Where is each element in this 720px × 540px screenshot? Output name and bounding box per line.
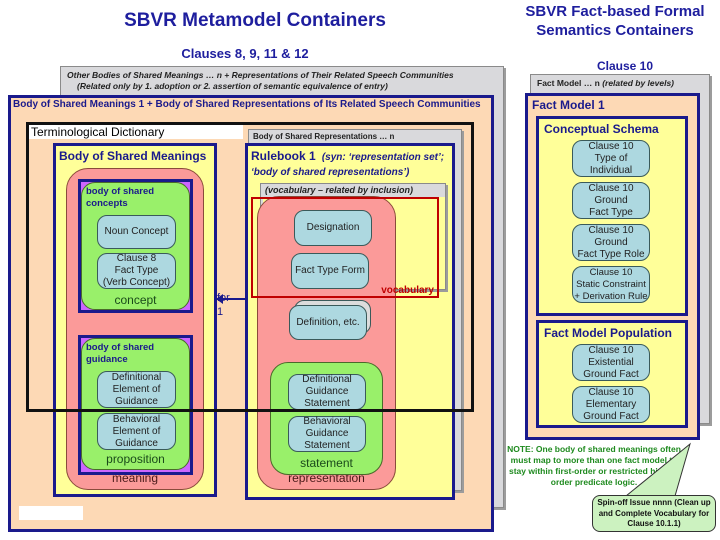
behavioral-statement-line: Behavioral: [303, 416, 351, 427]
schema-item-line: Clause 10: [588, 224, 634, 236]
definition-box: Definition, etc.: [289, 305, 367, 340]
population-item-elementary: Clause 10 Elementary Ground Fact: [572, 386, 650, 423]
schema-item-line: Fact Type Role: [577, 248, 645, 260]
fact-type-box: Clause 8 Fact Type (Verb Concept): [97, 253, 176, 289]
schema-item-ground-fact-type-role: Clause 10 Ground Fact Type Role: [572, 224, 650, 261]
vocabulary-label: vocabulary: [381, 285, 434, 296]
population-item-line: Existential: [588, 356, 634, 368]
schema-item-line: Type of: [594, 152, 628, 164]
behavioral-element-box: Behavioral Element of Guidance: [97, 413, 176, 450]
right-subtitle: Clause 10: [596, 59, 654, 73]
vocabulary-inclusion-label: (vocabulary – related by inclusion): [265, 185, 414, 195]
noun-concept-box: Noun Concept: [97, 215, 176, 249]
schema-item-line: Fact Type: [589, 206, 633, 218]
white-patch: [19, 506, 83, 520]
body-of-shared-guidance-region: body of shared guidance Definitional Ele…: [81, 338, 190, 470]
fact-model-1-label: Fact Model 1: [532, 98, 605, 112]
schema-item-line: Clause 10: [588, 182, 634, 194]
body-of-shared-concepts-label: body of shared concepts: [86, 186, 155, 209]
other-bodies-line2: (Related only by 1. adoption or 2. asser…: [77, 81, 388, 91]
definitional-element-line: Definitional: [111, 371, 162, 383]
statement-label: statement: [300, 456, 353, 470]
population-item-existential: Clause 10 Existential Ground Fact: [572, 344, 650, 381]
for-count: 1: [217, 306, 224, 318]
population-item-line: Elementary: [585, 398, 637, 410]
body-of-shared-guidance-label: body of shared guidance: [86, 342, 155, 365]
body-of-shared-concepts-region: body of shared concepts Noun Concept Cla…: [81, 182, 190, 310]
schema-item-line: Ground: [594, 194, 628, 206]
population-item-line: Ground Fact: [583, 410, 639, 422]
vocabulary-frame: vocabulary: [251, 197, 439, 298]
behavioral-element-line: Guidance: [115, 437, 158, 449]
definitional-element-line: Element of: [112, 383, 161, 395]
behavioral-element-line: Behavioral: [112, 413, 161, 425]
population-item-line: Clause 10: [588, 386, 634, 398]
main-subtitle: Clauses 8, 9, 11 & 12: [181, 46, 309, 61]
fact-model-n-note: (related by levels): [602, 78, 674, 88]
schema-item-line: Ground: [594, 236, 628, 248]
schema-item-line: Clause 10: [589, 266, 633, 278]
definitional-element-box: Definitional Element of Guidance: [97, 371, 176, 408]
behavioral-statement-line: Statement: [304, 440, 350, 451]
schema-item-line: Individual: [589, 164, 633, 176]
main-title: SBVR Metamodel Containers: [124, 10, 386, 31]
fact-type-line: Clause 8: [116, 253, 157, 264]
behavioral-element-line: Element of: [112, 425, 161, 437]
population-item-line: Ground Fact: [583, 368, 639, 380]
definitional-element-line: Guidance: [115, 395, 158, 407]
body-of-shared-meanings-label: Body of Shared Meanings: [59, 149, 207, 163]
fact-model-n-text: Fact Model … n: [537, 78, 600, 88]
other-bodies-line1: Other Bodies of Shared Meanings … n + Re…: [67, 70, 454, 80]
spin-off-issue-callout: Spin-off Issue nnnn (Clean up and Comple…: [592, 495, 716, 532]
right-title: SBVR Fact-based Formal Semantics Contain…: [525, 3, 705, 39]
rulebook-title-block: Rulebook 1 (syn: ‘representation set’; ‘…: [251, 149, 456, 180]
schema-item-ground-fact-type: Clause 10 Ground Fact Type: [572, 182, 650, 219]
schema-item-line: Clause 10: [588, 140, 634, 152]
rulebook-title: Rulebook 1: [251, 149, 316, 163]
behavioral-statement-box: Behavioral Guidance Statement: [288, 416, 366, 452]
schema-item-static-constraint: Clause 10 Static Constraint + Derivation…: [572, 266, 650, 303]
fact-model-n-label: Fact Model … n (related by levels): [537, 78, 674, 88]
fact-type-line: Fact Type: [114, 265, 159, 276]
definitional-statement-box: Definitional Guidance Statement: [288, 374, 366, 410]
terminological-dictionary-label: Terminological Dictionary: [29, 125, 243, 139]
schema-item-type-of-individual: Clause 10 Type of Individual: [572, 140, 650, 177]
concept-label: concept: [114, 293, 157, 307]
schema-item-line: Static Constraint: [576, 278, 646, 290]
behavioral-statement-line: Guidance: [305, 428, 349, 439]
schema-item-line: + Derivation Rule: [574, 290, 648, 302]
statement-region: Definitional Guidance Statement Behavior…: [270, 362, 383, 475]
body-1-title: Body of Shared Meanings 1 + Body of Shar…: [13, 99, 481, 110]
for-label: for: [217, 292, 230, 304]
fact-type-line: (Verb Concept): [102, 277, 171, 288]
proposition-label: proposition: [106, 452, 165, 466]
dictionary-bottom-line: [26, 409, 474, 412]
population-item-line: Clause 10: [588, 344, 634, 356]
fact-model-population-label: Fact Model Population: [544, 326, 672, 340]
definitional-statement-line: Guidance: [305, 386, 349, 397]
conceptual-schema-label: Conceptual Schema: [544, 122, 659, 136]
bsr-n-label: Body of Shared Representations … n: [253, 132, 395, 141]
definitional-statement-line: Definitional: [302, 374, 352, 385]
